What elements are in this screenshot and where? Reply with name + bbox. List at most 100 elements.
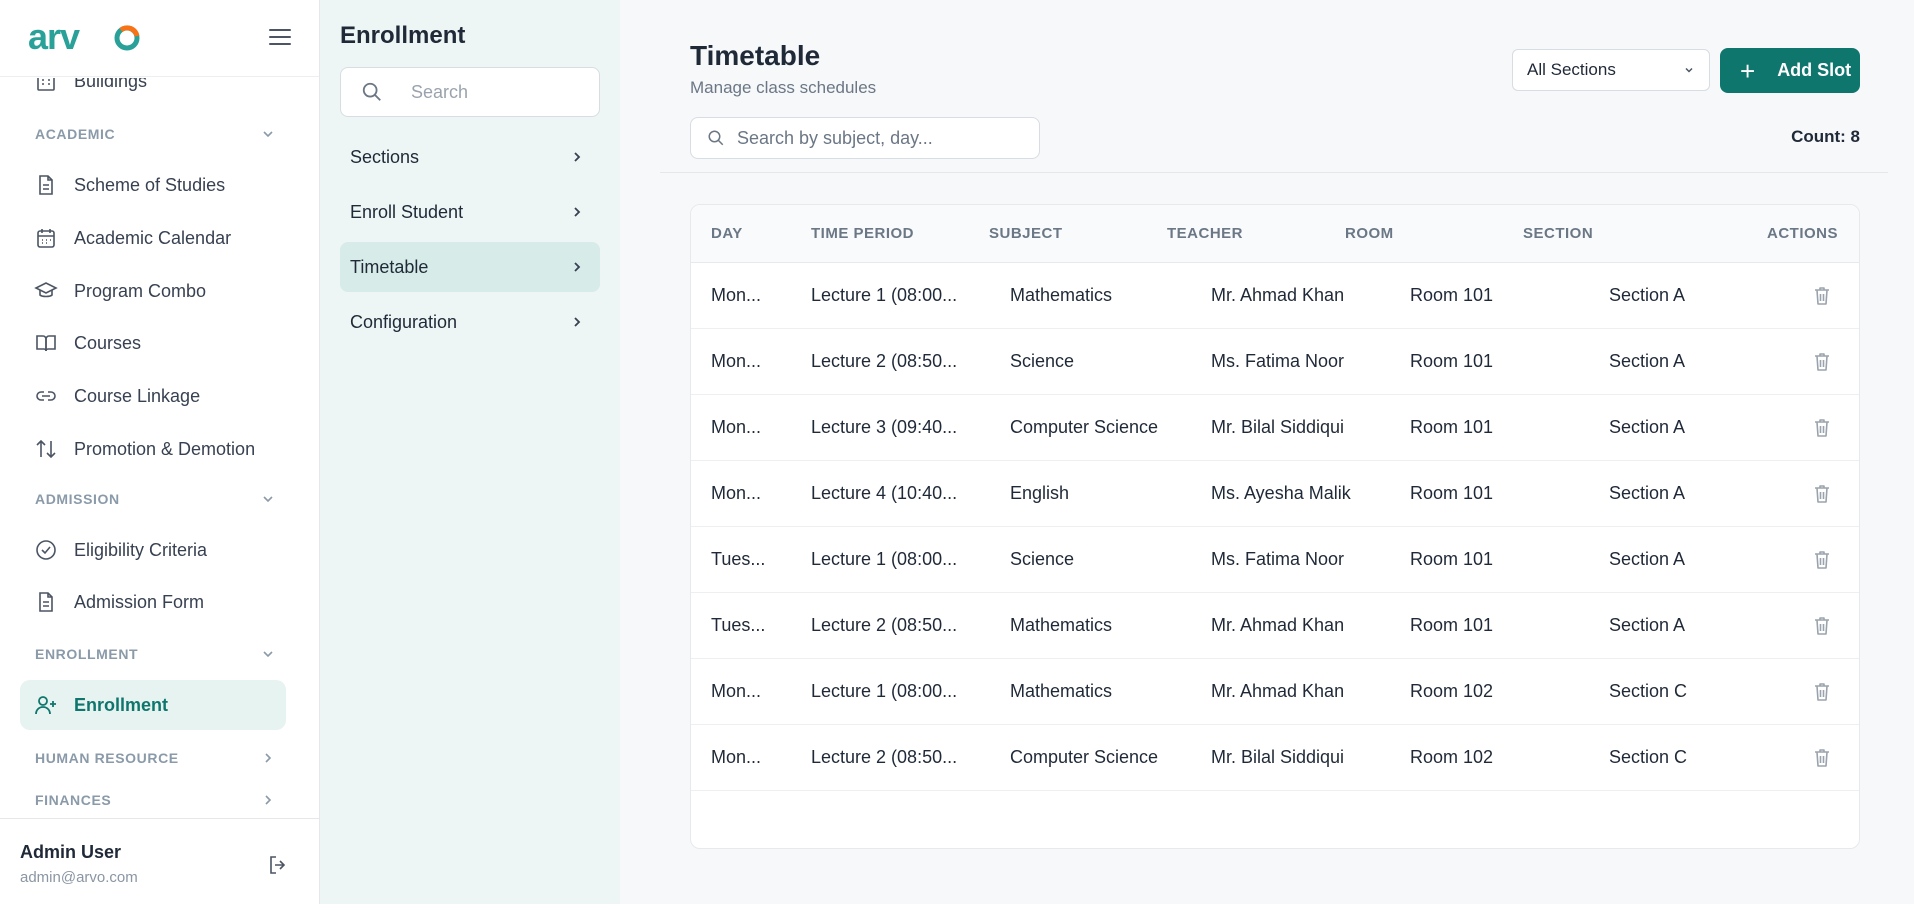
section-academic[interactable]: ACADEMIC	[35, 122, 275, 146]
chevron-down-icon	[263, 651, 273, 658]
cell-subject: Science	[1010, 549, 1075, 569]
table-row[interactable]: Mon... Lecture 1 (08:00... Mathematics Mr. …	[691, 659, 1859, 725]
cell-subject: Computer Science	[1010, 747, 1159, 767]
document-icon	[39, 175, 53, 195]
table-row[interactable]: Mon... Lecture 1 (08:00... Mathematics Mr. …	[691, 263, 1859, 329]
subnav-item-timetable[interactable]: Timetable	[340, 242, 600, 292]
chevron-right-icon	[574, 207, 581, 217]
chevron-down-icon	[1685, 67, 1693, 73]
chevron-right-icon	[574, 152, 581, 162]
cell-teacher: Mr. Ahmad Khan	[1211, 681, 1345, 701]
subpanel-title: Enrollment	[340, 22, 466, 49]
trash-icon[interactable]	[1812, 285, 1832, 307]
section-filter-value: All Sections	[1527, 60, 1616, 79]
sidebar-item-scheme-of-studies[interactable]: Scheme of Studies	[20, 160, 286, 210]
sidebar-item-label: Scheme of Studies	[74, 174, 226, 195]
trash-icon[interactable]	[1812, 549, 1832, 571]
column-header-day[interactable]: DAY	[711, 225, 743, 242]
column-header-time-period[interactable]: TIME PERIOD	[811, 225, 914, 242]
cell-section: Section C	[1609, 681, 1688, 701]
cell-room: Room 101	[1410, 615, 1494, 635]
cell-room: Room 102	[1410, 681, 1494, 701]
subpanel-search[interactable]	[340, 67, 600, 117]
column-header-subject[interactable]: SUBJECT	[989, 225, 1063, 242]
add-slot-button[interactable]: + Add Slot	[1720, 48, 1860, 93]
sidebar-item-courses[interactable]: Courses	[20, 318, 286, 368]
section-enrollment[interactable]: ENROLLMENT	[35, 642, 275, 666]
table-row[interactable]: Mon... Lecture 2 (08:50... Science Ms. Fati…	[691, 329, 1859, 395]
section-admission[interactable]: ADMISSION	[35, 487, 275, 511]
hamburger-menu-icon[interactable]	[266, 24, 294, 50]
cell-subject: English	[1010, 483, 1070, 503]
sidebar-item-eligibility-criteria[interactable]: Eligibility Criteria	[20, 525, 286, 575]
arrow-up-down-icon	[36, 439, 56, 459]
sidebar-item-promotion-demotion[interactable]: Promotion & Demotion	[20, 424, 286, 474]
subnav-item-enroll-student[interactable]: Enroll Student	[340, 187, 600, 237]
cell-room: Room 101	[1410, 285, 1494, 305]
section-filter-select[interactable]: All Sections	[1512, 49, 1710, 91]
sidebar-item-admission-form[interactable]: Admission Form	[20, 577, 286, 627]
section-label: ADMISSION	[35, 491, 120, 507]
logout-icon[interactable]	[266, 853, 290, 877]
arvo-logo[interactable]: arv arvo	[28, 18, 146, 58]
add-slot-label: Add Slot	[1777, 60, 1852, 80]
cell-time-period: Lecture 2 (08:50...	[811, 747, 958, 767]
section-human-resource[interactable]: HUMAN RESOURCE	[35, 746, 275, 770]
cell-room: Room 101	[1410, 483, 1494, 503]
trash-icon[interactable]	[1812, 351, 1832, 373]
book-open-icon	[36, 335, 56, 352]
cell-day: Tues...	[711, 615, 766, 635]
divider	[660, 172, 1888, 173]
chevron-down-icon	[263, 131, 273, 138]
sidebar-item-academic-calendar[interactable]: Academic Calendar	[20, 213, 286, 263]
sidebar-item-label: Program Combo	[74, 280, 207, 301]
table-row[interactable]: Mon... Lecture 4 (10:40... English Ms. Ayes…	[691, 461, 1859, 527]
table-search-input[interactable]	[737, 127, 1027, 149]
cell-subject: Computer Science	[1010, 417, 1159, 437]
cell-teacher: Ms. Ayesha Malik	[1211, 483, 1351, 503]
trash-icon[interactable]	[1812, 615, 1832, 637]
table-search[interactable]	[690, 117, 1040, 159]
table-row[interactable]: Mon... Lecture 2 (08:50... Computer Scienc…	[691, 725, 1859, 791]
cell-time-period: Lecture 1 (08:00...	[811, 681, 958, 701]
sidebar-item-label: Eligibility Criteria	[74, 539, 208, 560]
plus-icon: +	[1740, 55, 1756, 86]
section-finances[interactable]: FINANCES	[35, 788, 275, 812]
sidebar-item-buildings[interactable]: Buildings	[20, 78, 286, 106]
cell-section: Section A	[1609, 483, 1686, 503]
trash-icon[interactable]	[1812, 681, 1832, 703]
subnav-item-label: Configuration	[350, 311, 458, 332]
column-header-teacher[interactable]: TEACHER	[1167, 225, 1243, 242]
column-header-room[interactable]: ROOM	[1345, 225, 1394, 242]
cell-day: Mon...	[711, 285, 762, 305]
cell-day: Mon...	[711, 681, 762, 701]
sidebar-footer: Admin User admin@arvo.com	[0, 818, 319, 904]
search-icon	[708, 130, 724, 146]
sidebar-item-label: Course Linkage	[74, 385, 201, 406]
table-row[interactable]: Tues... Lecture 1 (08:00... Science Ms. Fat…	[691, 527, 1859, 593]
graduation-cap-icon	[34, 282, 58, 298]
cell-subject: Mathematics	[1010, 681, 1113, 701]
enrollment-subpanel: Enrollment Sections Enroll Student Timet…	[320, 0, 620, 904]
table-row[interactable]: Mon... Lecture 3 (09:40... Computer Scienc…	[691, 395, 1859, 461]
sidebar-item-enrollment[interactable]: Enrollment	[20, 680, 286, 730]
user-plus-icon	[35, 696, 56, 715]
chevron-right-icon	[265, 753, 272, 763]
column-header-section[interactable]: SECTION	[1523, 225, 1593, 242]
trash-icon[interactable]	[1812, 747, 1832, 769]
subpanel-search-input[interactable]	[411, 81, 581, 103]
trash-icon[interactable]	[1812, 483, 1832, 505]
sidebar-item-course-linkage[interactable]: Course Linkage	[20, 371, 286, 421]
cell-section: Section A	[1609, 615, 1686, 635]
subnav-item-sections[interactable]: Sections	[340, 132, 600, 182]
main-content: Timetable Manage class schedules All Sec…	[620, 0, 1914, 904]
file-text-icon	[39, 592, 53, 612]
table-row[interactable]: Tues... Lecture 2 (08:50... Mathematics Mr.…	[691, 593, 1859, 659]
search-icon	[362, 82, 381, 101]
cell-day: Mon...	[711, 351, 762, 371]
section-label: ACADEMIC	[35, 126, 116, 142]
sidebar-item-program-combo[interactable]: Program Combo	[20, 266, 286, 316]
trash-icon[interactable]	[1812, 417, 1832, 439]
sidebar-item-label: Enrollment	[74, 694, 169, 715]
subnav-item-configuration[interactable]: Configuration	[340, 297, 600, 347]
